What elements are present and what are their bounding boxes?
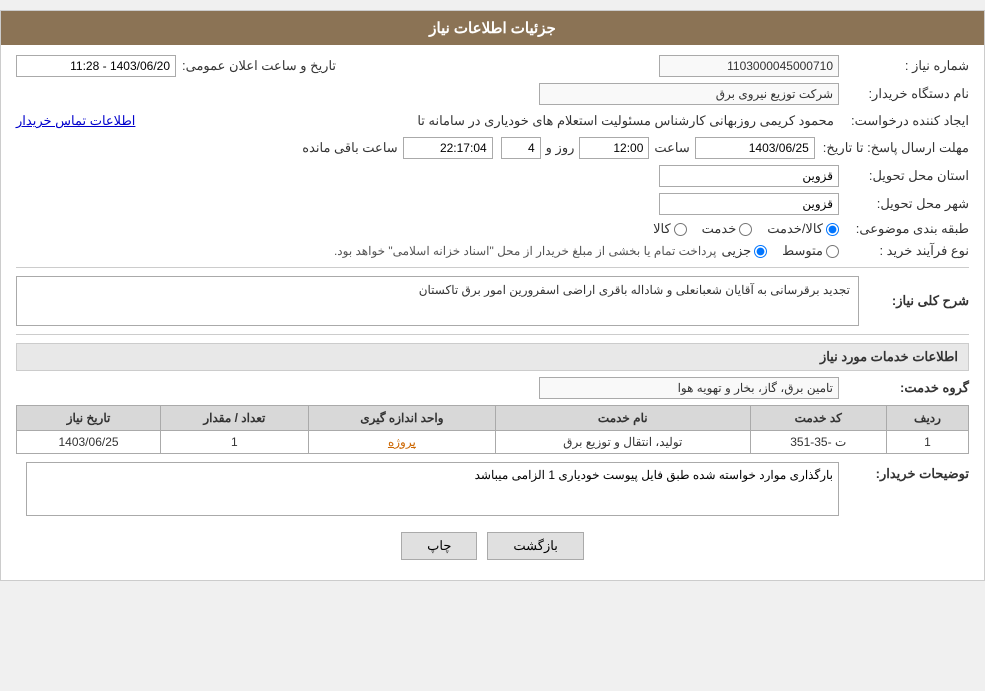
namDastgah-label: نام دستگاه خریدار: — [839, 86, 969, 102]
cell-radif: 1 — [886, 431, 968, 454]
page-container: جزئیات اطلاعات نیاز شماره نیاز : تاریخ و… — [0, 10, 985, 581]
radio-kala-khadamat-input[interactable] — [826, 223, 839, 236]
col-kodKhadamat: کد خدمت — [750, 406, 886, 431]
baghimandeSaat-input[interactable] — [403, 137, 493, 159]
page-title: جزئیات اطلاعات نیاز — [429, 20, 556, 37]
row-shomareNiaz: شماره نیاز : تاریخ و ساعت اعلان عمومی: — [16, 55, 969, 77]
sharhKoli-label: شرح کلی نیاز: — [859, 293, 969, 309]
goroheKhadamat-label: گروه خدمت: — [839, 380, 969, 396]
shomareNiaz-label: شماره نیاز : — [839, 58, 969, 74]
divider-1 — [16, 267, 969, 268]
sharhKoli-value: تجدید برقرسانی به آقایان شعبانعلی و شادا… — [16, 276, 859, 326]
ostan-label: استان محل تحویل: — [839, 168, 969, 184]
mohlatSaat-input[interactable] — [579, 137, 649, 159]
content-area: شماره نیاز : تاریخ و ساعت اعلان عمومی: ن… — [1, 45, 984, 580]
cell-tarikh: 1403/06/25 — [17, 431, 161, 454]
mohlatRooz-label: روز و — [541, 140, 580, 156]
shahr-label: شهر محل تحویل: — [839, 196, 969, 212]
row-noeFaraind: نوع فرآیند خرید : متوسط جزیی پرداخت تمام… — [16, 243, 969, 259]
row-sharhKoli: شرح کلی نیاز: تجدید برقرسانی به آقایان ش… — [16, 276, 969, 326]
row-namDastgah: نام دستگاه خریدار: — [16, 83, 969, 105]
radio-motavassit[interactable]: متوسط — [782, 243, 839, 259]
col-radif: ردیف — [886, 406, 968, 431]
mohlatErsal-label: مهلت ارسال پاسخ: تا تاریخ: — [815, 140, 969, 156]
page-header: جزئیات اطلاعات نیاز — [1, 11, 984, 45]
radio-jazii[interactable]: جزیی — [721, 243, 767, 259]
radio-kala-khadamat-label: کالا/خدمت — [767, 221, 823, 237]
radio-kala-input[interactable] — [674, 223, 687, 236]
cell-tedad: 1 — [161, 431, 309, 454]
toozihat-label: توضیحات خریدار: — [839, 462, 969, 482]
back-button[interactable]: بازگشت — [487, 532, 583, 560]
noeFaraind-note: پرداخت تمام یا بخشی از مبلغ خریدار از مح… — [16, 244, 721, 258]
namDastgah-input[interactable] — [539, 83, 839, 105]
shomareNiaz-input[interactable] — [659, 55, 839, 77]
radio-khadamat-input[interactable] — [739, 223, 752, 236]
row-ostan: استان محل تحویل: — [16, 165, 969, 187]
divider-2 — [16, 334, 969, 335]
mohlatDate-input[interactable] — [695, 137, 815, 159]
row-tarifeBandi: طبقه بندی موضوعی: کالا/خدمت خدمت کالا — [16, 221, 969, 237]
radio-kala[interactable]: کالا — [653, 221, 687, 237]
toozihat-textarea[interactable] — [26, 462, 839, 516]
row-toozihat: توضیحات خریدار: — [16, 462, 969, 516]
ijadKonande-label: ایجاد کننده درخواست: — [839, 113, 969, 129]
table-row: 1ت -35-351تولید، انتقال و توزیع برقپروژه… — [17, 431, 969, 454]
section-khadamat-title: اطلاعات خدمات مورد نیاز — [16, 343, 969, 371]
row-mohlatErsal: مهلت ارسال پاسخ: تا تاریخ: ساعت روز و سا… — [16, 137, 969, 159]
mohlatRooz-input[interactable] — [501, 137, 541, 159]
khadamat-table: ردیف کد خدمت نام خدمت واحد اندازه گیری ت… — [16, 405, 969, 454]
tarikhErsal-label: تاریخ و ساعت اعلان عمومی: — [176, 58, 336, 74]
tarikhErsal-input[interactable] — [16, 55, 176, 77]
print-button[interactable]: چاپ — [401, 532, 477, 560]
col-tedad: تعداد / مقدار — [161, 406, 309, 431]
radio-motavassit-label: متوسط — [782, 243, 823, 259]
tarifeBandi-label: طبقه بندی موضوعی: — [839, 221, 969, 237]
shahr-input[interactable] — [659, 193, 839, 215]
tarifeBandi-radiogroup: کالا/خدمت خدمت کالا — [653, 221, 839, 237]
noeFaraind-label: نوع فرآیند خرید : — [839, 243, 969, 259]
radio-jazii-label: جزیی — [721, 243, 751, 259]
ostan-input[interactable] — [659, 165, 839, 187]
row-goroheKhadamat: گروه خدمت: — [16, 377, 969, 399]
cell-vahed[interactable]: پروژه — [308, 431, 495, 454]
col-tarikh: تاریخ نیاز — [17, 406, 161, 431]
baghimandeSaat-label: ساعت باقی مانده — [297, 140, 402, 156]
radio-khadamat[interactable]: خدمت — [702, 221, 753, 237]
row-shahr: شهر محل تحویل: — [16, 193, 969, 215]
cell-namKhadamat: تولید، انتقال و توزیع برق — [496, 431, 750, 454]
col-namKhadamat: نام خدمت — [496, 406, 750, 431]
radio-kala-khadamat[interactable]: کالا/خدمت — [767, 221, 839, 237]
col-vahed: واحد اندازه گیری — [308, 406, 495, 431]
mohlatSaat-label: ساعت — [649, 140, 694, 156]
noeFaraind-radiogroup: متوسط جزیی — [721, 243, 839, 259]
radio-khadamat-label: خدمت — [702, 221, 737, 237]
button-bar: بازگشت چاپ — [16, 522, 969, 570]
radio-kala-label: کالا — [653, 221, 671, 237]
row-ijadKonande: ایجاد کننده درخواست: محمود کریمی روزبهان… — [16, 111, 969, 131]
ijadKonande-link[interactable]: اطلاعات تماس خریدار — [16, 113, 135, 129]
ijadKonande-value: محمود کریمی روزبهانی کارشناس مسئولیت است… — [135, 111, 839, 131]
radio-motavassit-input[interactable] — [826, 245, 839, 258]
cell-kodKhadamat: ت -35-351 — [750, 431, 886, 454]
radio-jazii-input[interactable] — [754, 245, 767, 258]
goroheKhadamat-input[interactable] — [539, 377, 839, 399]
